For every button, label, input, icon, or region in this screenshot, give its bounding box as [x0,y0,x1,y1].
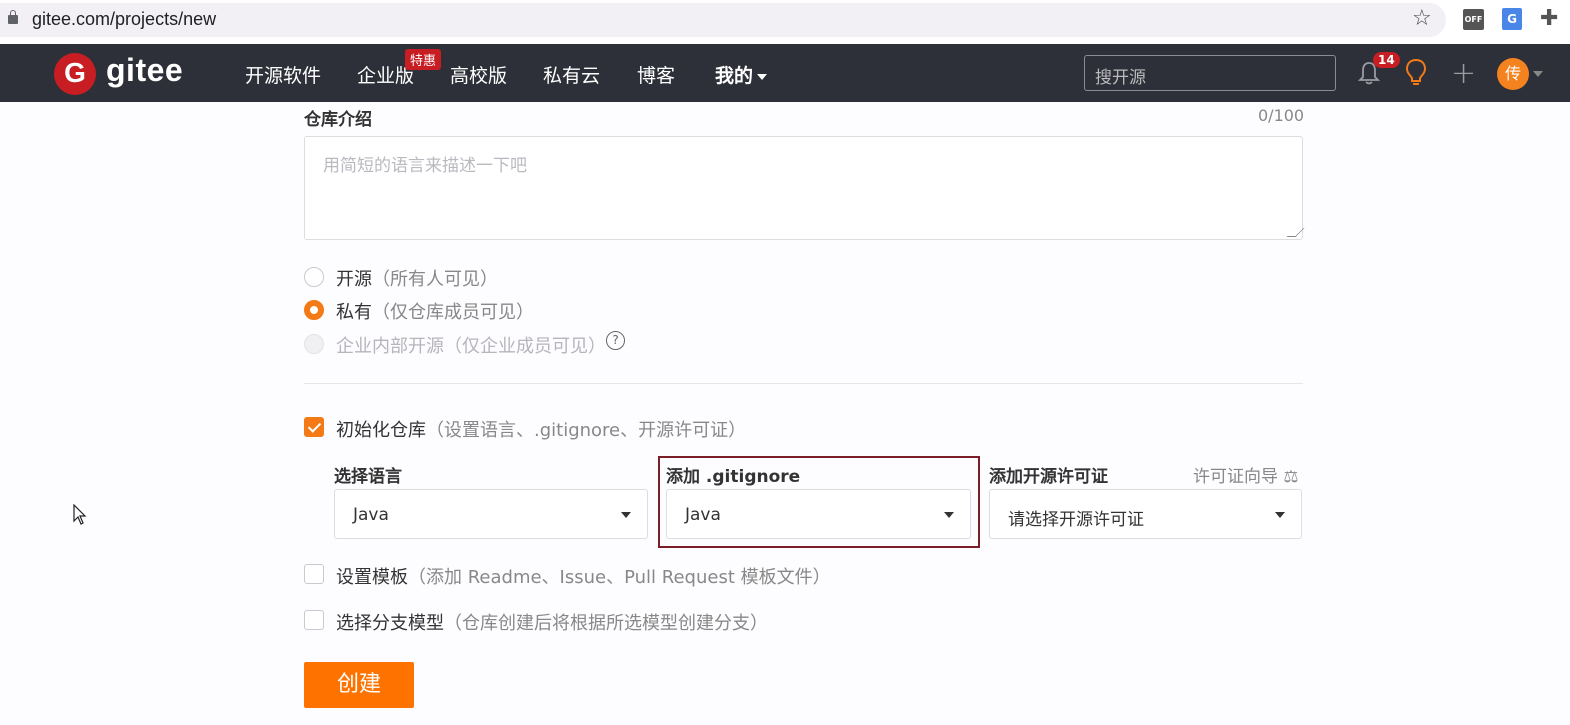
branch-model-text: 选择分支模型 [336,613,444,634]
nav-item-mine-label: 我的 [715,65,754,87]
scale-icon: ⚖ [1283,467,1299,487]
init-repo-checkbox[interactable] [304,417,324,437]
nav-item-private-cloud[interactable]: 私有云 [543,61,600,88]
language-select-label: 选择语言 [334,467,402,487]
resize-handle-icon[interactable] [1286,228,1305,237]
radio-open-source-hint: （所有人可见） [372,269,498,290]
language-select-value: Java [353,505,389,525]
gitignore-highlight-box [658,456,980,548]
mouse-cursor-icon [73,504,87,525]
url-field[interactable] [0,3,1446,37]
hot-deal-badge: 特惠 [405,49,442,70]
extensions-puzzle-icon[interactable]: ✚ [1540,6,1558,31]
branch-model-hint: （仓库创建后将根据所选模型创建分支） [444,613,768,634]
branch-model-label[interactable]: 选择分支模型（仓库创建后将根据所选模型创建分支） [336,609,768,635]
template-hint: （添加 Readme、Issue、Pull Request 模板文件） [408,567,831,588]
radio-open-source[interactable] [304,267,324,287]
gitee-logo-icon[interactable]: G [54,53,96,95]
license-select-label: 添加开源许可证 [989,467,1108,487]
radio-enterprise-internal [304,334,324,354]
gitee-logo-text[interactable]: gitee [106,52,183,89]
repo-intro-placeholder: 用简短的语言来描述一下吧 [323,156,527,176]
translate-extension-icon[interactable]: G [1502,8,1522,30]
plus-icon[interactable]: + [1451,56,1476,91]
template-text: 设置模板 [336,567,408,588]
license-select-value: 请选择开源许可证 [1008,510,1144,530]
chevron-down-icon [1275,512,1285,518]
template-label[interactable]: 设置模板（添加 Readme、Issue、Pull Request 模板文件） [336,563,831,589]
repo-intro-textarea[interactable]: 用简短的语言来描述一下吧 [304,136,1305,240]
browser-address-bar: gitee.com/projects/new ☆ OFF G ✚ [0,0,1570,44]
radio-enterprise-text: 企业内部开源 [336,336,444,357]
nav-item-open-source[interactable]: 开源软件 [245,61,321,88]
radio-open-source-label[interactable]: 开源（所有人可见） [336,265,498,291]
language-select[interactable]: Java [334,489,648,539]
repo-intro-label: 仓库介绍 [304,110,372,130]
radio-private-label[interactable]: 私有（仅仓库成员可见） [336,298,534,324]
notification-count-badge: 14 [1373,52,1400,68]
section-divider [304,383,1303,384]
radio-private-text: 私有 [336,302,372,323]
chevron-down-icon [621,512,631,518]
avatar-chevron-down-icon[interactable] [1533,71,1543,77]
search-input[interactable]: 搜开源 [1084,55,1336,91]
template-checkbox[interactable] [304,564,324,584]
license-select[interactable]: 请选择开源许可证 [989,489,1302,539]
url-text[interactable]: gitee.com/projects/new [32,9,216,30]
intro-char-counter: 0/100 [1258,106,1305,125]
radio-enterprise-internal-label: 企业内部开源（仅企业成员可见） [336,332,606,358]
nav-item-blog[interactable]: 博客 [637,61,675,88]
avatar[interactable]: 传 [1497,58,1529,90]
lightbulb-icon[interactable] [1404,58,1428,88]
nav-item-education[interactable]: 高校版 [450,61,507,88]
lock-icon[interactable] [8,10,18,24]
license-wizard-text: 许可证向导 [1193,467,1278,487]
bookmark-star-icon[interactable]: ☆ [1412,6,1432,31]
branch-model-checkbox[interactable] [304,610,324,630]
radio-private-hint: （仅仓库成员可见） [372,302,534,323]
init-repo-text: 初始化仓库 [336,420,426,441]
radio-enterprise-hint: （仅企业成员可见） [444,336,606,357]
extension-off-icon[interactable]: OFF [1463,9,1484,30]
init-repo-hint: （设置语言、.gitignore、开源许可证） [426,420,747,441]
chevron-down-icon [757,73,768,80]
create-button[interactable]: 创建 [304,662,414,708]
radio-private[interactable] [304,300,324,320]
help-question-icon[interactable]: ? [606,331,625,350]
init-repo-label[interactable]: 初始化仓库（设置语言、.gitignore、开源许可证） [336,416,746,442]
license-wizard-link[interactable]: 许可证向导 ⚖ [1193,462,1299,487]
radio-open-source-text: 开源 [336,269,372,290]
nav-item-mine[interactable]: 我的 [715,61,768,88]
